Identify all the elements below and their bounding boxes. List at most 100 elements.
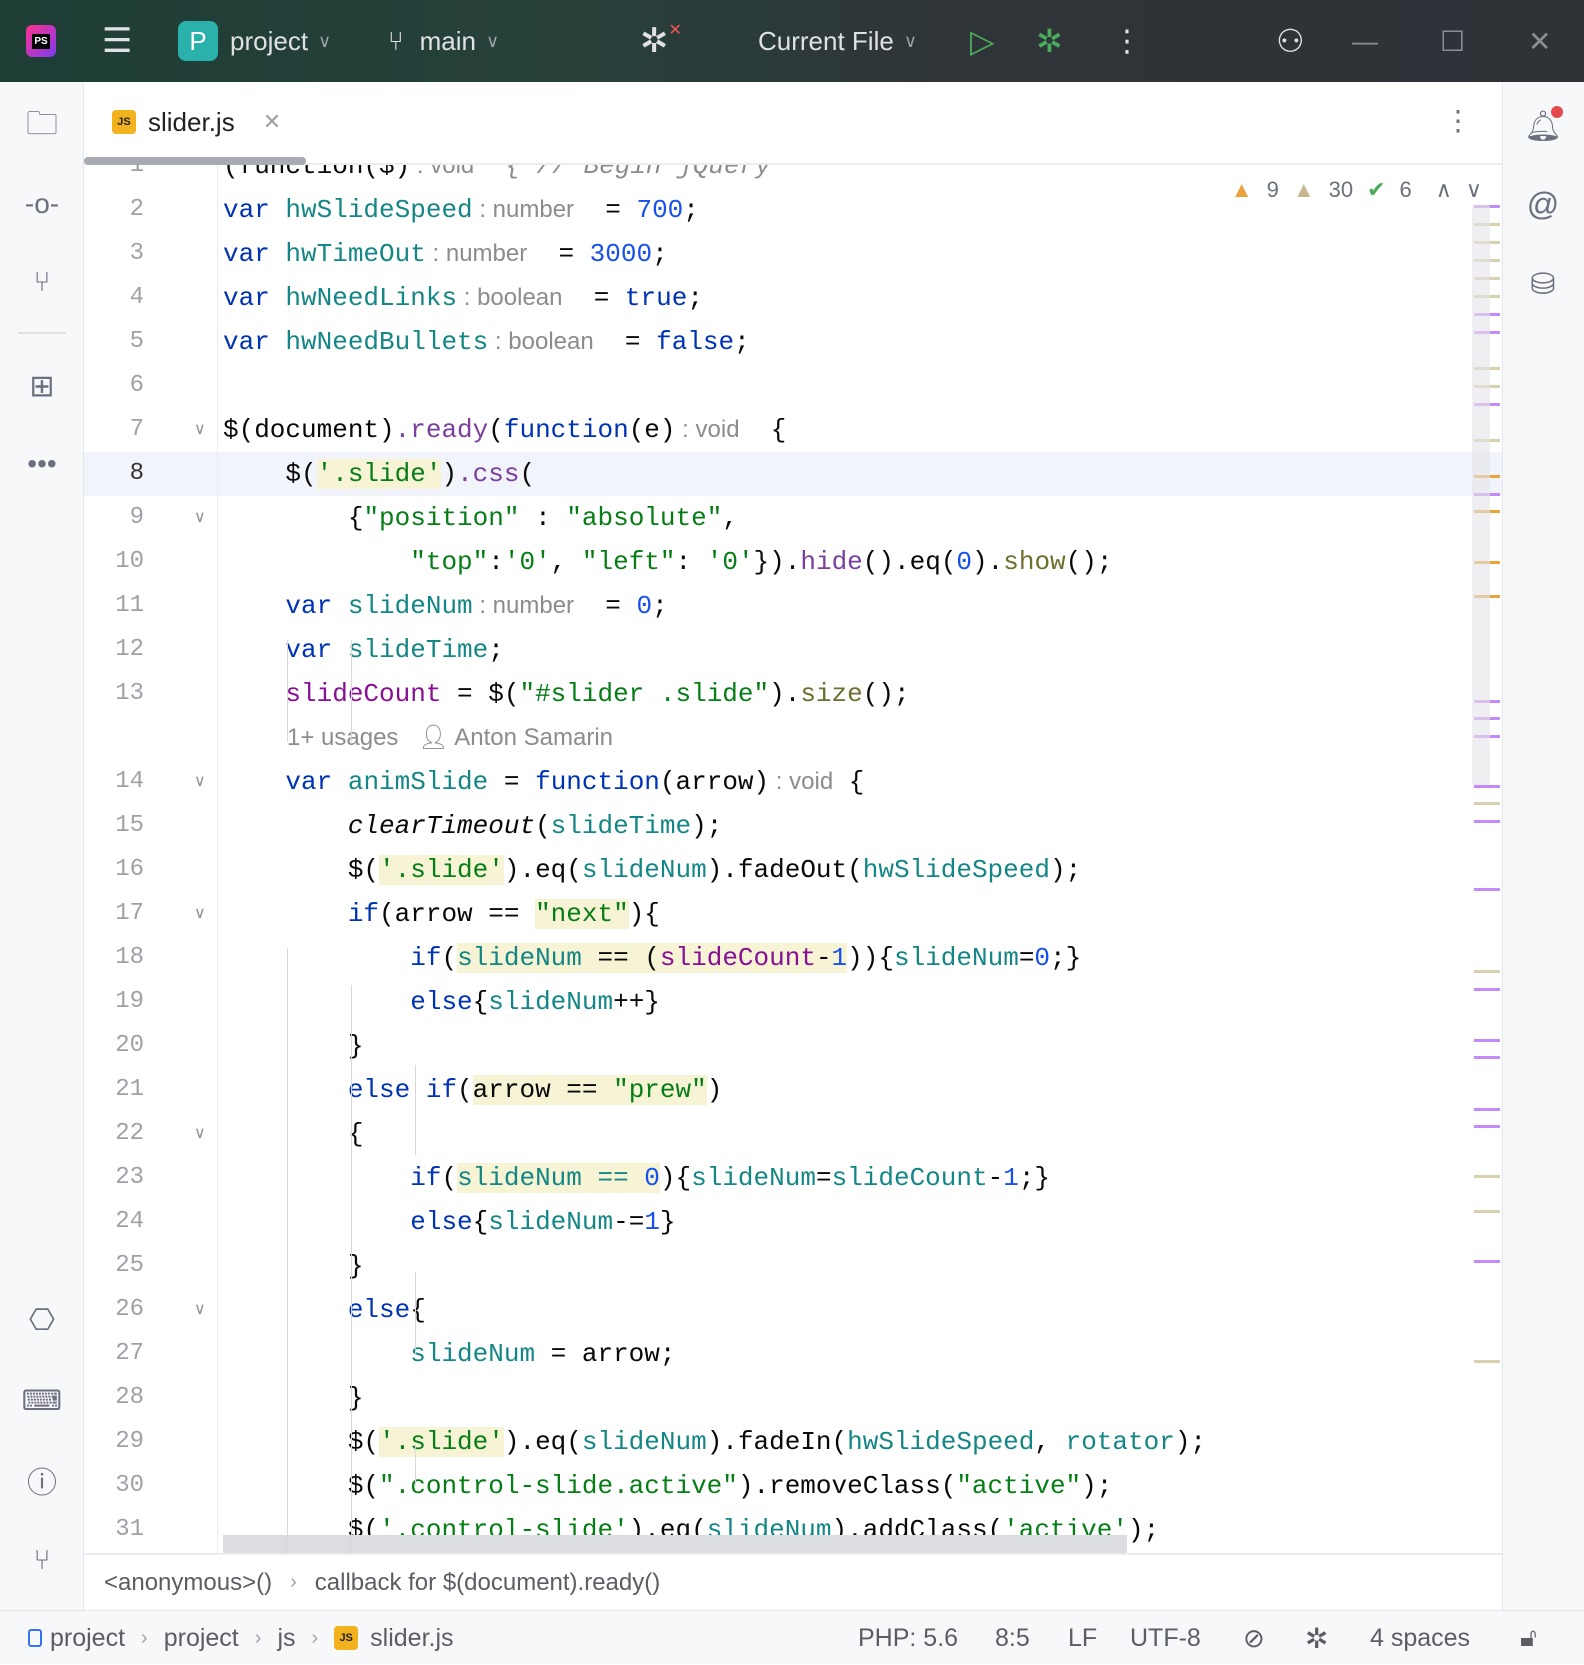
- code-line[interactable]: 24 else{slideNum-=1}: [84, 1200, 1502, 1244]
- line-number[interactable]: 3: [84, 232, 144, 276]
- fold-chevron-icon[interactable]: ∨: [194, 496, 206, 540]
- project-switcher[interactable]: P project ∨: [178, 0, 331, 82]
- breadcrumb-item[interactable]: callback for $(document).ready(): [315, 1569, 660, 1597]
- path-item[interactable]: slider.js: [370, 1624, 453, 1653]
- line-number[interactable]: 10: [84, 540, 144, 584]
- tab-slider-js[interactable]: JS slider.js ✕: [112, 82, 281, 162]
- code-line[interactable]: 3 var hwTimeOut : number = 3000;: [84, 232, 1502, 276]
- fold-chevron-icon[interactable]: ∨: [194, 760, 206, 804]
- ai-assistant-icon[interactable]: @: [1521, 182, 1565, 226]
- tab-scrollbar[interactable]: [84, 157, 306, 165]
- path-item[interactable]: project: [164, 1624, 239, 1653]
- line-number[interactable]: 11: [84, 584, 144, 628]
- run-tool-icon[interactable]: ⎔: [20, 1298, 64, 1342]
- line-number[interactable]: 25: [84, 1244, 144, 1288]
- stripe-marker[interactable]: [1474, 1108, 1500, 1111]
- line-number[interactable]: 14: [84, 760, 144, 804]
- folder-icon[interactable]: 🗀: [20, 105, 64, 150]
- php-level[interactable]: PHP: 5.6: [858, 1611, 958, 1665]
- line-number[interactable]: 19: [84, 980, 144, 1024]
- code-line[interactable]: 21 else if(arrow == "prew"): [84, 1068, 1502, 1112]
- code-line[interactable]: 7 ∨ $(document).ready(function(e) : void {: [84, 408, 1502, 452]
- code-line[interactable]: 16 $('.slide').eq(slideNum).fadeOut(hwSl…: [84, 848, 1502, 892]
- code-line[interactable]: 12 var slideTime;: [84, 628, 1502, 672]
- line-number[interactable]: 20: [84, 1024, 144, 1068]
- branch-switcher[interactable]: ⑂ main ∨: [388, 0, 499, 82]
- stripe-marker[interactable]: [1474, 888, 1500, 891]
- stripe-marker[interactable]: [1474, 1260, 1500, 1263]
- author-name[interactable]: Anton Samarin: [454, 724, 613, 751]
- line-number[interactable]: 29: [84, 1420, 144, 1464]
- fold-chevron-icon[interactable]: ∨: [194, 892, 206, 936]
- add-user-icon[interactable]: ⚇: [1276, 0, 1305, 82]
- line-number[interactable]: 7: [84, 408, 144, 452]
- stripe-marker[interactable]: [1474, 988, 1500, 991]
- line-number[interactable]: 30: [84, 1464, 144, 1508]
- git-icon[interactable]: ⑂: [20, 1538, 64, 1582]
- code-line[interactable]: 5 var hwNeedBullets : boolean = false;: [84, 320, 1502, 364]
- line-number[interactable]: 12: [84, 628, 144, 672]
- more-tools-icon[interactable]: •••: [20, 442, 64, 486]
- caret-position[interactable]: 8:5: [995, 1611, 1030, 1665]
- main-menu-icon[interactable]: ☰: [102, 0, 132, 82]
- tab-options-icon[interactable]: ⋮: [1444, 104, 1472, 137]
- no-ai-icon[interactable]: ⊘: [1243, 1611, 1265, 1665]
- line-number[interactable]: 15: [84, 804, 144, 848]
- code-line[interactable]: 28 }: [84, 1376, 1502, 1420]
- line-number[interactable]: 8: [84, 452, 144, 496]
- maximize-button[interactable]: ☐: [1440, 0, 1465, 82]
- line-separator[interactable]: LF: [1068, 1611, 1097, 1665]
- path-item[interactable]: project: [50, 1624, 125, 1653]
- code-line[interactable]: 13 slideCount = $("#slider .slide").size…: [84, 672, 1502, 716]
- code-line[interactable]: 26 ∨ else{: [84, 1288, 1502, 1332]
- line-number[interactable]: 18: [84, 936, 144, 980]
- stripe-marker[interactable]: [1474, 802, 1500, 805]
- notifications-icon[interactable]: 🔔︎: [1521, 104, 1565, 148]
- code-editor[interactable]: 1 (function($) : void { // Begin jQuery 2 v…: [84, 165, 1502, 1553]
- code-line[interactable]: 11 var slideNum : number = 0;: [84, 584, 1502, 628]
- line-number[interactable]: 5: [84, 320, 144, 364]
- stripe-marker[interactable]: [1474, 1175, 1500, 1178]
- close-button[interactable]: ✕: [1528, 0, 1551, 82]
- fold-chevron-icon[interactable]: ∨: [194, 408, 206, 452]
- close-tab-icon[interactable]: ✕: [263, 109, 281, 135]
- stripe-marker[interactable]: [1474, 820, 1500, 823]
- inspection-widget[interactable]: ▲ 9 ▲ 30 ✔ 6 ∧ ∨: [1230, 177, 1482, 203]
- code-line[interactable]: 27 slideNum = arrow;: [84, 1332, 1502, 1376]
- code-line[interactable]: 29 $('.slide').eq(slideNum).fadeIn(hwSli…: [84, 1420, 1502, 1464]
- stripe-marker[interactable]: [1474, 1056, 1500, 1059]
- code-line[interactable]: 8 $('.slide').css(: [84, 452, 1502, 496]
- code-line[interactable]: 6: [84, 364, 1502, 408]
- breadcrumb-item[interactable]: <anonymous>(): [104, 1569, 272, 1597]
- code-line[interactable]: 18 if(slideNum == (slideCount-1)){slideN…: [84, 936, 1502, 980]
- line-number[interactable]: 9: [84, 496, 144, 540]
- line-number[interactable]: 21: [84, 1068, 144, 1112]
- line-number[interactable]: 31: [84, 1508, 144, 1552]
- stripe-marker[interactable]: [1474, 1210, 1500, 1213]
- horizontal-scrollbar[interactable]: [223, 1535, 1127, 1553]
- commit-icon[interactable]: -o-: [20, 182, 64, 226]
- stripe-marker[interactable]: [1474, 1125, 1500, 1128]
- terminal-icon[interactable]: ⌨: [20, 1378, 64, 1422]
- database-icon[interactable]: ⛁: [1521, 262, 1565, 306]
- line-number[interactable]: 23: [84, 1156, 144, 1200]
- stripe-marker[interactable]: [1474, 785, 1500, 788]
- code-line[interactable]: 15 clearTimeout(slideTime);: [84, 804, 1502, 848]
- problems-icon[interactable]: ⓘ: [20, 1458, 64, 1502]
- structure-icon[interactable]: ⊞: [20, 364, 64, 408]
- code-line[interactable]: 25 }: [84, 1244, 1502, 1288]
- line-number[interactable]: 26: [84, 1288, 144, 1332]
- previous-highlight-icon[interactable]: ∧: [1436, 177, 1452, 203]
- line-number[interactable]: 24: [84, 1200, 144, 1244]
- next-highlight-icon[interactable]: ∨: [1466, 177, 1482, 203]
- line-number[interactable]: 6: [84, 364, 144, 408]
- line-number[interactable]: 17: [84, 892, 144, 936]
- code-line[interactable]: 19 else{slideNum++}: [84, 980, 1502, 1024]
- code-line[interactable]: 22 ∨ {: [84, 1112, 1502, 1156]
- path-item[interactable]: js: [277, 1624, 295, 1653]
- code-line[interactable]: 30 $(".control-slide.active").removeClas…: [84, 1464, 1502, 1508]
- vertical-scrollbar[interactable]: [1472, 205, 1490, 785]
- debug-disabled-icon[interactable]: ✲ ✕: [640, 0, 682, 82]
- stripe-marker[interactable]: [1474, 1360, 1500, 1363]
- run-button[interactable]: ▷: [970, 0, 995, 82]
